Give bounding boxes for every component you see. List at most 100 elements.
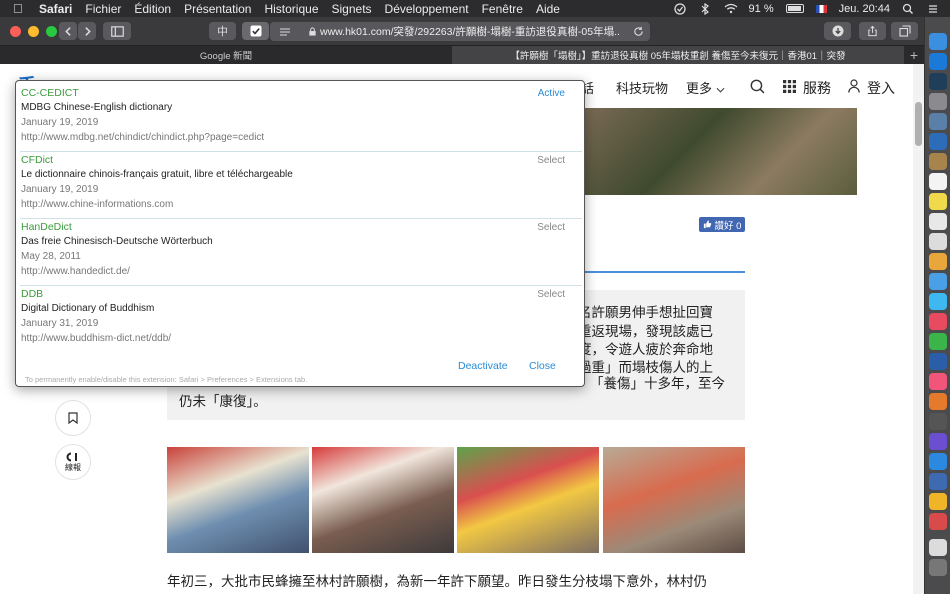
trash-icon[interactable] <box>929 559 947 576</box>
sidebar-toggle-button[interactable] <box>103 22 131 40</box>
reload-icon[interactable] <box>633 26 644 37</box>
numbers-icon[interactable] <box>929 333 947 350</box>
apple-icon[interactable]:  <box>13 1 31 16</box>
dictionary-item-cfdict[interactable]: CFDict Le dictionnaire chinois-français … <box>20 152 582 219</box>
zoom-window-button[interactable] <box>46 25 57 37</box>
preview-icon[interactable] <box>929 113 947 130</box>
gallery-photo-2[interactable] <box>312 447 454 553</box>
scrollbar-thumb[interactable] <box>915 102 922 146</box>
textedit-icon[interactable] <box>929 233 947 250</box>
notes-icon[interactable] <box>929 193 947 210</box>
xcode-icon[interactable] <box>929 133 947 150</box>
kindle-icon[interactable] <box>929 73 947 90</box>
menu-signets[interactable]: Signets <box>332 2 372 16</box>
chevron-right-icon <box>84 26 91 36</box>
menu-aide[interactable]: Aide <box>536 2 560 16</box>
select-handedict-button[interactable]: Select <box>537 222 565 233</box>
gallery-photo-4[interactable] <box>603 447 745 553</box>
dictionary-item-cc-cedict[interactable]: CC-CEDICT MDBG Chinese-English dictionar… <box>20 85 582 152</box>
dictionary-url: http://www.chine-informations.com <box>21 199 174 210</box>
finder-icon[interactable] <box>929 33 947 50</box>
dictionary-active-status[interactable]: Active <box>538 88 565 99</box>
system-prefs-icon[interactable] <box>929 413 947 430</box>
dictionary-date: May 28, 2011 <box>21 251 81 262</box>
select-cfdict-button[interactable]: Select <box>537 155 565 166</box>
keynote-stand-icon[interactable] <box>929 353 947 370</box>
share-button[interactable] <box>859 22 886 40</box>
dictionary-item-ddb[interactable]: DDB Digital Dictionary of Buddhism Janua… <box>20 286 582 350</box>
dictionary-name: CFDict <box>21 154 54 166</box>
new-tab-button[interactable]: + <box>904 46 924 64</box>
tip-off-button[interactable]: 線報 <box>55 444 91 480</box>
dictionary-icon[interactable] <box>929 513 947 530</box>
menu-fenetre[interactable]: Fenêtre <box>482 2 523 16</box>
keynote-icon[interactable] <box>929 273 947 290</box>
back-button[interactable] <box>59 22 77 40</box>
minimize-window-button[interactable] <box>28 25 39 37</box>
menubar-clock[interactable]: Jeu. 20:44 <box>839 3 890 15</box>
gallery-photo-3[interactable] <box>457 447 599 553</box>
user-icon[interactable] <box>848 79 860 93</box>
grid-icon[interactable] <box>783 80 796 93</box>
reader-icon[interactable] <box>279 27 291 37</box>
address-bar[interactable]: www.hk01.com/突發/292263/許願樹-塌樹-重訪退役真樹-05年… <box>270 22 650 41</box>
downloads-button[interactable] <box>824 22 851 40</box>
search-icon[interactable] <box>750 79 765 94</box>
document-icon[interactable] <box>929 539 947 556</box>
wifi-icon[interactable] <box>724 3 737 14</box>
chinese-app-icon[interactable] <box>929 493 947 510</box>
select-ddb-button[interactable]: Select <box>537 289 565 300</box>
bookmark-button[interactable] <box>55 400 91 436</box>
nav-more-label: 更多 <box>686 81 713 96</box>
menu-edition[interactable]: Édition <box>134 2 171 16</box>
bluetooth-icon[interactable] <box>699 2 712 16</box>
status-area: 91 % Jeu. 20:44 <box>673 0 950 17</box>
pages-icon[interactable] <box>929 253 947 270</box>
dictionary-list: CC-CEDICT MDBG Chinese-English dictionar… <box>20 85 582 350</box>
contacts-icon[interactable] <box>929 153 947 170</box>
tab-overview-button[interactable] <box>891 22 918 40</box>
music-icon[interactable] <box>929 373 947 390</box>
close-button[interactable]: Close <box>529 360 556 372</box>
launchpad-icon[interactable] <box>929 93 947 110</box>
tab-hk01-article[interactable]: 【許願樹「塌樹」】重訪退役真樹 05年塌枝重創 養傷至今未復元｜香港01｜突發 <box>452 46 904 64</box>
photos-icon[interactable] <box>929 313 947 330</box>
calendar-icon[interactable] <box>929 173 947 190</box>
forward-button[interactable] <box>78 22 96 40</box>
dictionary-date: January 31, 2019 <box>21 318 99 329</box>
facebook-like-button[interactable]: 讚好 0 <box>699 217 745 232</box>
reminders-icon[interactable] <box>929 213 947 230</box>
menu-app-name[interactable]: Safari <box>39 2 72 16</box>
menu-list-icon[interactable] <box>927 3 940 14</box>
messages-icon[interactable] <box>929 293 947 310</box>
menu-fichier[interactable]: Fichier <box>85 2 121 16</box>
page-scrollbar[interactable] <box>913 64 924 594</box>
word-icon[interactable] <box>929 473 947 490</box>
dictionary-name: CC-CEDICT <box>21 87 79 99</box>
dictionary-date: January 19, 2019 <box>21 184 99 195</box>
menu-developpement[interactable]: Développement <box>385 2 469 16</box>
tip-off-label: 線報 <box>65 462 81 472</box>
check-circle-icon[interactable] <box>673 3 687 15</box>
search-icon[interactable] <box>902 3 915 14</box>
visual-studio-icon[interactable] <box>929 433 947 450</box>
login-link[interactable]: 登入 <box>867 78 895 98</box>
close-window-button[interactable] <box>10 25 21 37</box>
nav-link-more[interactable]: 更多 <box>686 78 725 97</box>
checkbox-extension-button[interactable] <box>242 22 269 40</box>
zhongwen-extension-button[interactable]: 中 <box>209 22 236 40</box>
app-store-icon[interactable] <box>929 453 947 470</box>
menu-historique[interactable]: Historique <box>264 2 318 16</box>
deactivate-button[interactable]: Deactivate <box>458 360 508 372</box>
input-source-flag-icon[interactable] <box>815 4 827 13</box>
safari-icon[interactable] <box>929 53 947 70</box>
gallery-photo-1[interactable] <box>167 447 309 553</box>
tab-google-news[interactable]: Google 新聞 <box>0 46 452 64</box>
nav-link-tech[interactable]: 科技玩物 <box>616 78 668 97</box>
menu-presentation[interactable]: Présentation <box>184 2 251 16</box>
tab-bar: Google 新聞 【許願樹「塌樹」】重訪退役真樹 05年塌枝重創 養傷至今未復… <box>0 46 924 64</box>
battery-icon[interactable] <box>785 4 804 13</box>
nav-link-services[interactable]: 服務 <box>803 78 831 98</box>
dictionary-item-handedict[interactable]: HanDeDict Das freie Chinesisch-Deutsche … <box>20 219 582 286</box>
books-icon[interactable] <box>929 393 947 410</box>
